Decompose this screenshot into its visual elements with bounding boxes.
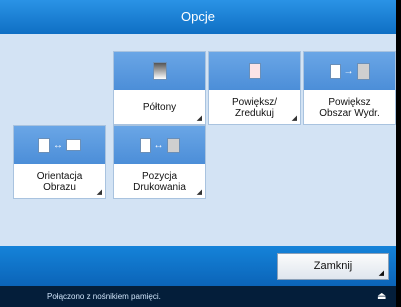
gradient-document-icon xyxy=(114,52,205,90)
bottom-bar: Zamknij ◢ xyxy=(0,246,396,286)
image-orientation-label: Orientacja Obrazu xyxy=(36,170,83,193)
print-position-icon: ↔ xyxy=(114,126,205,164)
status-message: Połączono z nośnikiem pamięci. xyxy=(47,292,161,301)
enlarge-print-area-icon: → xyxy=(304,52,395,90)
zoom-label: Powiększ/ Zredukuj xyxy=(231,96,277,119)
corner-indicator-icon: ◢ xyxy=(378,270,384,277)
options-panel: Półtony ◢ Powiększ/ Zredukuj ◢ → Powięks… xyxy=(0,34,396,246)
close-button[interactable]: Zamknij ◢ xyxy=(277,253,389,280)
print-position-button[interactable]: ↔ Pozycja Drukowania ◢ xyxy=(113,125,206,199)
halftones-button[interactable]: Półtony ◢ xyxy=(113,51,206,125)
close-button-label: Zamknij xyxy=(313,260,353,272)
image-orientation-button[interactable]: ↔ Orientacja Obrazu ◢ xyxy=(13,125,106,199)
enlarge-print-area-label: Powiększ Obszar Wydr. xyxy=(319,96,380,119)
print-position-label: Pozycja Drukowania xyxy=(133,170,186,193)
halftones-label: Półtony xyxy=(142,102,177,113)
window-title: Opcje xyxy=(0,0,396,34)
zoom-document-icon xyxy=(209,52,300,90)
eject-icon[interactable]: ⏏ xyxy=(377,286,386,307)
corner-indicator-icon: ◢ xyxy=(291,115,297,122)
corner-indicator-icon: ◢ xyxy=(196,189,202,196)
corner-indicator-icon: ◢ xyxy=(96,189,102,196)
options-screen: Opcje Półtony ◢ Powiększ/ Zredukuj ◢ → P… xyxy=(0,0,396,307)
corner-indicator-icon: ◢ xyxy=(196,115,202,122)
zoom-button[interactable]: Powiększ/ Zredukuj ◢ xyxy=(208,51,301,125)
image-orientation-icon: ↔ xyxy=(14,126,105,164)
status-bar: Połączono z nośnikiem pamięci. ⏏ xyxy=(0,286,396,307)
enlarge-print-area-button[interactable]: → Powiększ Obszar Wydr. xyxy=(303,51,396,125)
